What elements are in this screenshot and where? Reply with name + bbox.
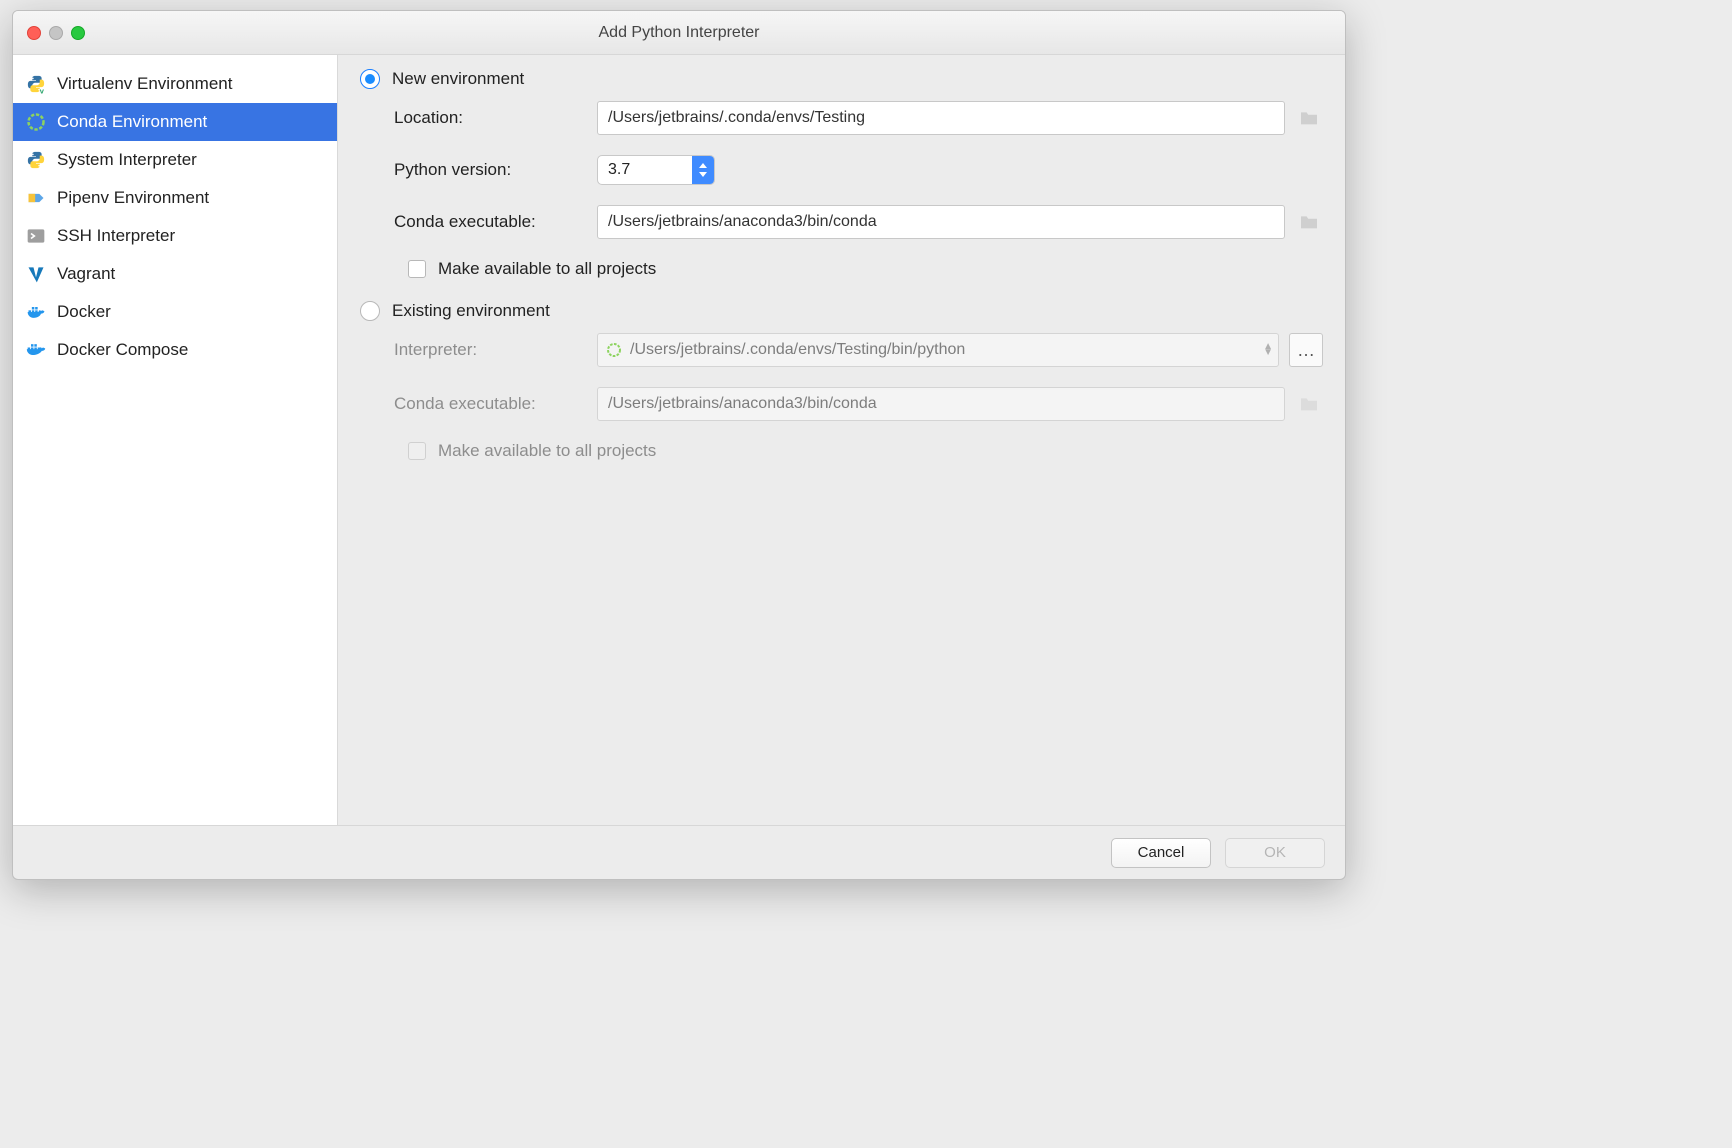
existing-make-available-label: Make available to all projects bbox=[438, 441, 656, 461]
existing-conda-executable-label: Conda executable: bbox=[394, 394, 597, 414]
location-label: Location: bbox=[394, 108, 597, 128]
sidebar-item-system[interactable]: System Interpreter bbox=[13, 141, 337, 179]
docker-icon bbox=[25, 301, 47, 323]
new-environment-radio-row[interactable]: New environment bbox=[360, 69, 1323, 89]
conda-icon bbox=[25, 111, 47, 133]
sidebar-item-docker[interactable]: Docker bbox=[13, 293, 337, 331]
vagrant-icon bbox=[25, 263, 47, 285]
radio-existing-environment[interactable] bbox=[360, 301, 380, 321]
python-icon bbox=[25, 149, 47, 171]
sidebar-item-ssh[interactable]: SSH Interpreter bbox=[13, 217, 337, 255]
sidebar-item-virtualenv[interactable]: v Virtualenv Environment bbox=[13, 65, 337, 103]
conda-executable-row: Conda executable: bbox=[360, 205, 1323, 239]
sidebar-item-label: Docker bbox=[57, 302, 111, 322]
conda-icon bbox=[605, 341, 623, 359]
add-interpreter-dialog: Add Python Interpreter v Virtualenv Envi… bbox=[12, 10, 1346, 880]
main-panel: New environment Location: Python version… bbox=[338, 55, 1345, 825]
make-available-row[interactable]: Make available to all projects bbox=[360, 259, 1323, 279]
updown-icon: ▲▼ bbox=[1263, 344, 1273, 356]
window-close-button[interactable] bbox=[27, 26, 41, 40]
sidebar-item-docker-compose[interactable]: Docker Compose bbox=[13, 331, 337, 369]
radio-label: New environment bbox=[392, 69, 524, 89]
radio-label: Existing environment bbox=[392, 301, 550, 321]
cancel-button[interactable]: Cancel bbox=[1111, 838, 1211, 868]
folder-icon bbox=[1295, 390, 1323, 418]
make-available-checkbox[interactable] bbox=[408, 260, 426, 278]
location-row: Location: bbox=[360, 101, 1323, 135]
sidebar-item-vagrant[interactable]: Vagrant bbox=[13, 255, 337, 293]
sidebar-item-conda[interactable]: Conda Environment bbox=[13, 103, 337, 141]
interpreter-label: Interpreter: bbox=[394, 340, 597, 360]
python-version-value: 3.7 bbox=[608, 161, 630, 179]
browse-interpreter-button[interactable]: … bbox=[1289, 333, 1323, 367]
existing-conda-executable-input bbox=[597, 387, 1285, 421]
sidebar-item-pipenv[interactable]: Pipenv Environment bbox=[13, 179, 337, 217]
existing-make-available-checkbox bbox=[408, 442, 426, 460]
dialog-title: Add Python Interpreter bbox=[13, 24, 1345, 42]
conda-executable-input[interactable] bbox=[597, 205, 1285, 239]
dialog-footer: Cancel OK bbox=[13, 825, 1345, 879]
location-input[interactable] bbox=[597, 101, 1285, 135]
make-available-label: Make available to all projects bbox=[438, 259, 656, 279]
svg-text:v: v bbox=[40, 86, 45, 94]
interpreter-input bbox=[597, 333, 1279, 367]
window-minimize-button[interactable] bbox=[49, 26, 63, 40]
title-bar: Add Python Interpreter bbox=[13, 11, 1345, 55]
python-version-label: Python version: bbox=[394, 160, 597, 180]
conda-executable-label: Conda executable: bbox=[394, 212, 597, 232]
radio-new-environment[interactable] bbox=[360, 69, 380, 89]
window-controls bbox=[13, 26, 85, 40]
python-version-select[interactable]: 3.7 bbox=[597, 155, 715, 185]
existing-conda-executable-row: Conda executable: bbox=[360, 387, 1323, 421]
window-maximize-button[interactable] bbox=[71, 26, 85, 40]
sidebar-item-label: Virtualenv Environment bbox=[57, 74, 232, 94]
select-arrows-icon bbox=[692, 156, 714, 184]
sidebar-item-label: Conda Environment bbox=[57, 112, 207, 132]
sidebar-item-label: SSH Interpreter bbox=[57, 226, 175, 246]
sidebar-item-label: Vagrant bbox=[57, 264, 115, 284]
existing-environment-radio-row[interactable]: Existing environment bbox=[360, 301, 1323, 321]
ssh-icon bbox=[25, 225, 47, 247]
sidebar-item-label: System Interpreter bbox=[57, 150, 197, 170]
pipenv-icon bbox=[25, 187, 47, 209]
python-icon: v bbox=[25, 73, 47, 95]
interpreter-row: Interpreter: ▲▼ … bbox=[360, 333, 1323, 367]
python-version-row: Python version: 3.7 bbox=[360, 155, 1323, 185]
folder-icon[interactable] bbox=[1295, 208, 1323, 236]
ok-button: OK bbox=[1225, 838, 1325, 868]
existing-make-available-row: Make available to all projects bbox=[360, 441, 1323, 461]
docker-compose-icon bbox=[25, 339, 47, 361]
interpreter-type-sidebar: v Virtualenv Environment Conda Environme… bbox=[13, 55, 338, 825]
folder-icon[interactable] bbox=[1295, 104, 1323, 132]
sidebar-item-label: Pipenv Environment bbox=[57, 188, 209, 208]
sidebar-item-label: Docker Compose bbox=[57, 340, 188, 360]
dialog-body: v Virtualenv Environment Conda Environme… bbox=[13, 55, 1345, 825]
